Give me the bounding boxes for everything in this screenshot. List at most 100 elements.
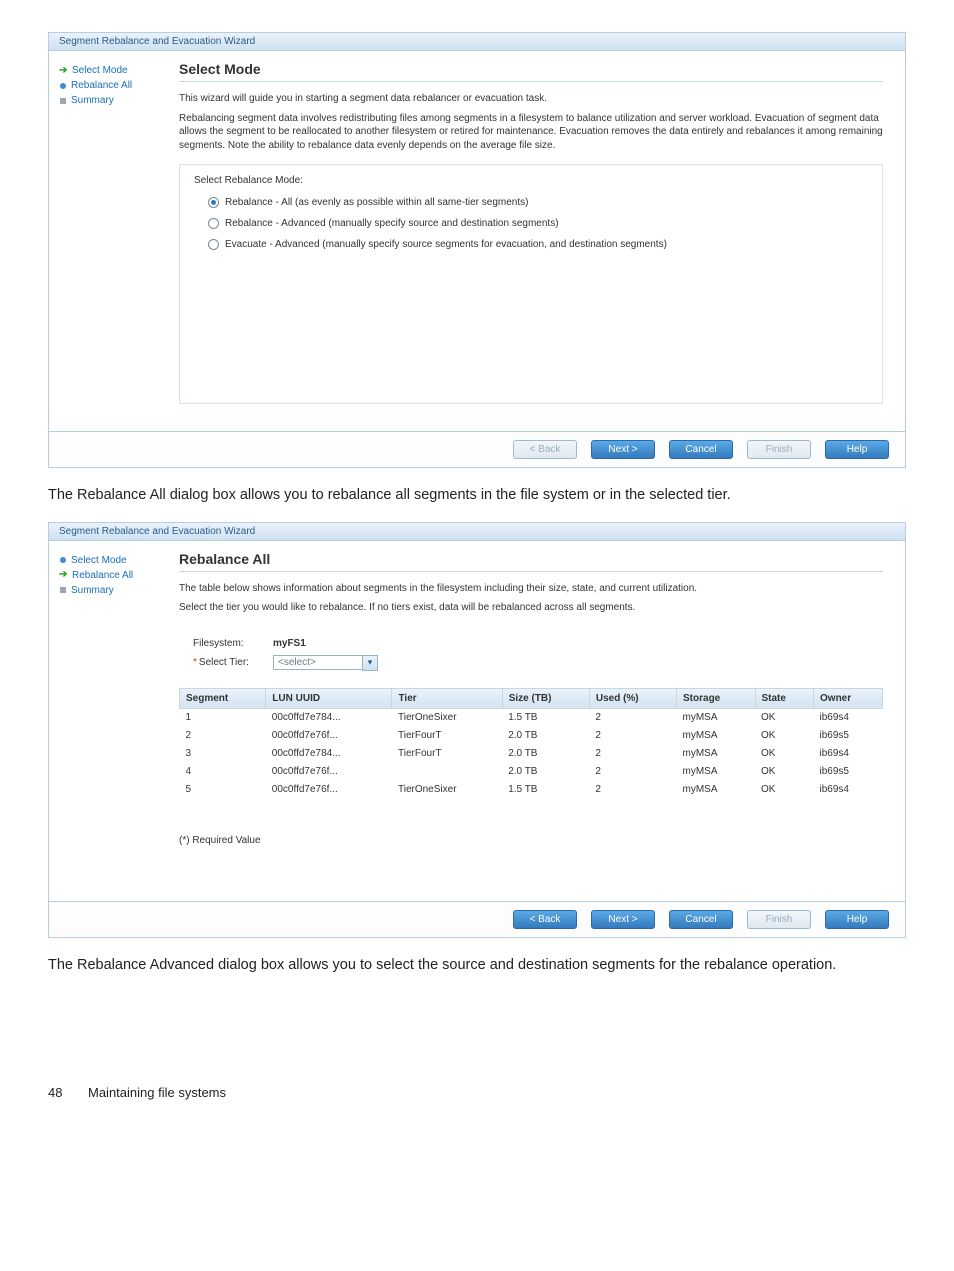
cell-owner: ib69s4 xyxy=(814,780,883,798)
cell-state: OK xyxy=(755,780,814,798)
radio-icon xyxy=(208,239,219,250)
select-tier-dropdown[interactable]: <select> xyxy=(273,655,363,670)
required-note: (*) Required Value xyxy=(179,835,883,846)
sidebar-item-select-mode[interactable]: ➔ Select Mode xyxy=(59,63,171,78)
cell-size: 2.0 TB xyxy=(502,726,589,744)
mode-select-box: Select Rebalance Mode: Rebalance - All (… xyxy=(179,164,883,404)
wizard2-heading: Rebalance All xyxy=(179,551,883,572)
page-number: 48 xyxy=(48,1085,72,1100)
wizard2-intro: The table below shows information about … xyxy=(179,582,883,596)
wizard-rebalance-all: Segment Rebalance and Evacuation Wizard … xyxy=(48,522,906,938)
sidebar-item-label: Rebalance All xyxy=(72,570,133,581)
sidebar-item-label: Summary xyxy=(71,585,114,596)
cell-used: 2 xyxy=(589,780,676,798)
cell-used: 2 xyxy=(589,726,676,744)
sidebar-item-label: Select Mode xyxy=(72,65,128,76)
wizard2-title-bar: Segment Rebalance and Evacuation Wizard xyxy=(49,523,905,541)
radio-evacuate-advanced[interactable]: Evacuate - Advanced (manually specify so… xyxy=(194,234,868,255)
help-button[interactable]: Help xyxy=(825,440,889,459)
sidebar-item-rebalance-all[interactable]: ➔ Rebalance All xyxy=(59,568,171,583)
cell-owner: ib69s5 xyxy=(814,726,883,744)
sidebar-item-summary[interactable]: Summary xyxy=(59,583,171,598)
filesystem-label: Filesystem: xyxy=(193,638,263,649)
arrow-right-icon: ➔ xyxy=(59,571,67,579)
finish-button: Finish xyxy=(747,910,811,929)
wizard1-heading: Select Mode xyxy=(179,61,883,82)
cell-seg: 3 xyxy=(180,744,266,762)
footer-section: Maintaining file systems xyxy=(88,1085,226,1100)
cell-lun: 00c0ffd7e76f... xyxy=(266,726,392,744)
wizard-select-mode: Segment Rebalance and Evacuation Wizard … xyxy=(48,32,906,468)
col-used[interactable]: Used (%) xyxy=(589,688,676,708)
select-tier-label: *Select Tier: xyxy=(193,657,263,668)
cell-used: 2 xyxy=(589,708,676,726)
cell-tier: TierFourT xyxy=(392,726,502,744)
table-row[interactable]: 500c0ffd7e76f...TierOneSixer1.5 TB2myMSA… xyxy=(180,780,883,798)
radio-icon xyxy=(208,197,219,208)
radio-label: Rebalance - Advanced (manually specify s… xyxy=(225,218,559,229)
cancel-button[interactable]: Cancel xyxy=(669,910,733,929)
cell-storage: myMSA xyxy=(677,744,755,762)
sidebar-item-select-mode[interactable]: Select Mode xyxy=(59,553,171,568)
cell-state: OK xyxy=(755,708,814,726)
table-row[interactable]: 200c0ffd7e76f...TierFourT2.0 TB2myMSAOKi… xyxy=(180,726,883,744)
cell-size: 1.5 TB xyxy=(502,708,589,726)
wizard2-main: Rebalance All The table below shows info… xyxy=(179,541,905,901)
cell-lun: 00c0ffd7e784... xyxy=(266,708,392,726)
wizard1-sidebar: ➔ Select Mode Rebalance All Summary xyxy=(49,51,179,431)
cell-storage: myMSA xyxy=(677,726,755,744)
segments-table: Segment LUN UUID Tier Size (TB) Used (%)… xyxy=(179,688,883,799)
cell-state: OK xyxy=(755,726,814,744)
cell-tier: TierOneSixer xyxy=(392,780,502,798)
col-state[interactable]: State xyxy=(755,688,814,708)
radio-rebalance-all[interactable]: Rebalance - All (as evenly as possible w… xyxy=(194,192,868,213)
cell-seg: 4 xyxy=(180,762,266,780)
cell-storage: myMSA xyxy=(677,708,755,726)
cell-tier: TierOneSixer xyxy=(392,708,502,726)
help-button[interactable]: Help xyxy=(825,910,889,929)
dot-icon xyxy=(60,83,66,89)
sidebar-item-summary[interactable]: Summary xyxy=(59,93,171,108)
cell-owner: ib69s5 xyxy=(814,762,883,780)
cell-lun: 00c0ffd7e76f... xyxy=(266,762,392,780)
col-tier[interactable]: Tier xyxy=(392,688,502,708)
col-segment[interactable]: Segment xyxy=(180,688,266,708)
cell-lun: 00c0ffd7e784... xyxy=(266,744,392,762)
col-owner[interactable]: Owner xyxy=(814,688,883,708)
cell-size: 2.0 TB xyxy=(502,762,589,780)
next-button[interactable]: Next > xyxy=(591,440,655,459)
wizard1-intro: This wizard will guide you in starting a… xyxy=(179,92,883,106)
cell-state: OK xyxy=(755,744,814,762)
back-button[interactable]: < Back xyxy=(513,910,577,929)
radio-rebalance-advanced[interactable]: Rebalance - Advanced (manually specify s… xyxy=(194,213,868,234)
cell-storage: myMSA xyxy=(677,762,755,780)
mode-prompt: Select Rebalance Mode: xyxy=(194,175,868,186)
arrow-right-icon: ➔ xyxy=(59,67,67,75)
cell-size: 2.0 TB xyxy=(502,744,589,762)
radio-label: Evacuate - Advanced (manually specify so… xyxy=(225,239,667,250)
radio-icon xyxy=(208,218,219,229)
col-lun-uuid[interactable]: LUN UUID xyxy=(266,688,392,708)
page-footer: 48 Maintaining file systems xyxy=(48,1085,906,1100)
wizard1-desc: Rebalancing segment data involves redist… xyxy=(179,112,883,153)
table-row[interactable]: 100c0ffd7e784...TierOneSixer1.5 TB2myMSA… xyxy=(180,708,883,726)
table-row[interactable]: 300c0ffd7e784...TierFourT2.0 TB2myMSAOKi… xyxy=(180,744,883,762)
wizard1-button-bar: < Back Next > Cancel Finish Help xyxy=(49,431,905,467)
filesystem-value: myFS1 xyxy=(273,638,306,649)
cell-lun: 00c0ffd7e76f... xyxy=(266,780,392,798)
cell-used: 2 xyxy=(589,744,676,762)
square-icon xyxy=(60,98,66,104)
cell-seg: 2 xyxy=(180,726,266,744)
sidebar-item-label: Summary xyxy=(71,95,114,106)
cell-size: 1.5 TB xyxy=(502,780,589,798)
col-storage[interactable]: Storage xyxy=(677,688,755,708)
sidebar-item-rebalance-all[interactable]: Rebalance All xyxy=(59,78,171,93)
next-button[interactable]: Next > xyxy=(591,910,655,929)
table-row[interactable]: 400c0ffd7e76f...2.0 TB2myMSAOKib69s5 xyxy=(180,762,883,780)
col-size[interactable]: Size (TB) xyxy=(502,688,589,708)
wizard2-button-bar: < Back Next > Cancel Finish Help xyxy=(49,901,905,937)
cancel-button[interactable]: Cancel xyxy=(669,440,733,459)
chevron-down-icon[interactable]: ▾ xyxy=(362,655,378,671)
cell-seg: 1 xyxy=(180,708,266,726)
cell-tier xyxy=(392,762,502,780)
